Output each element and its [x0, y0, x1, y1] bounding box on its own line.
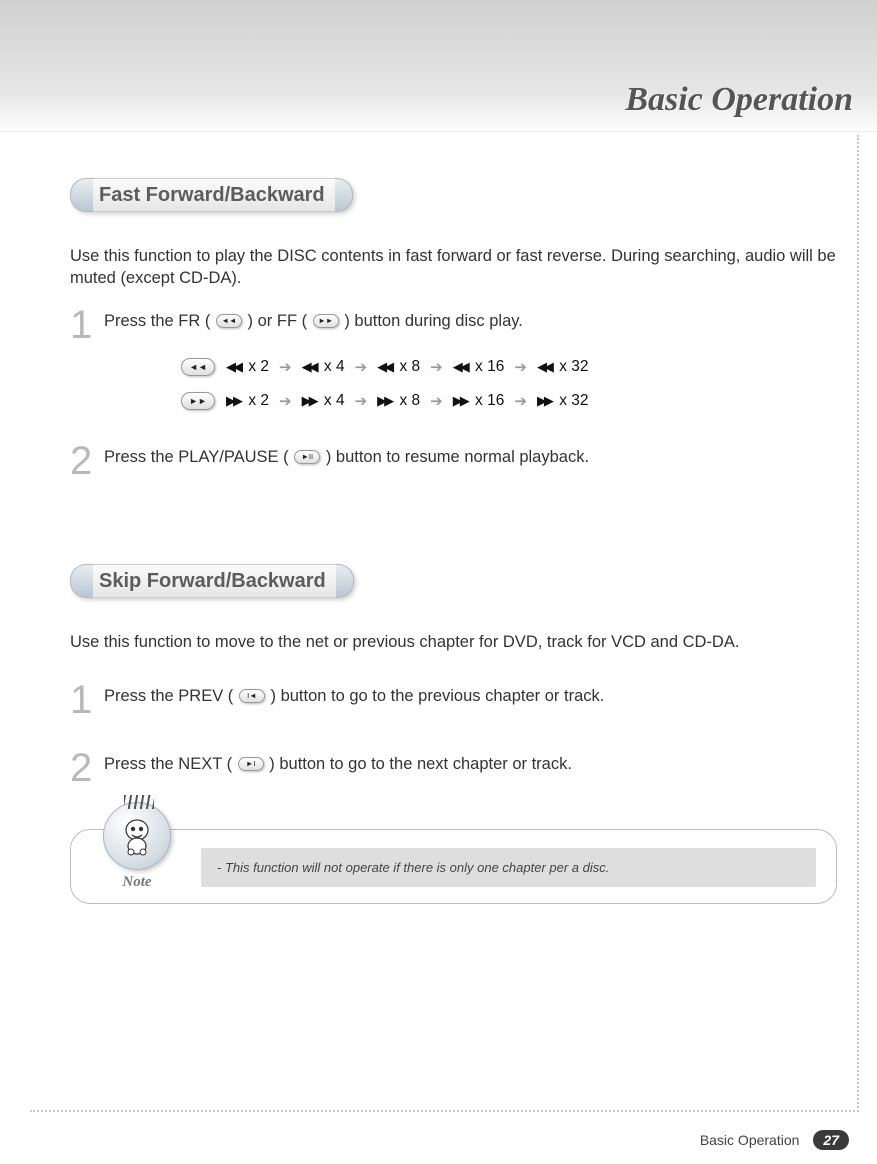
step-number: 2 [70, 444, 104, 478]
speed-value: x 2 [248, 392, 269, 410]
right-margin-rail [857, 135, 859, 1112]
page-number-badge: 27 [813, 1130, 849, 1150]
arrow-icon: ➔ [355, 392, 368, 410]
step-text-fragment: ) or FF ( [248, 312, 308, 330]
note-mascot-icon [103, 802, 171, 870]
step-text: Press the PREV ( I◄ ) button to go to th… [104, 683, 604, 708]
speed-step: ◀◀ x 8 [377, 358, 420, 376]
step-number: 1 [70, 308, 104, 342]
speed-step: ▶▶ x 8 [377, 392, 420, 410]
step-text-fragment: Press the FR ( [104, 312, 210, 330]
speed-value: x 16 [475, 358, 504, 376]
section-heading-skip: Skip Forward/Backward [70, 564, 354, 598]
forward-tri-icon: ▶▶ [537, 393, 551, 409]
speed-step: ▶▶ x 16 [453, 392, 505, 410]
play-pause-button-icon: ►II [294, 450, 320, 464]
note-text: - This function will not operate if ther… [201, 848, 816, 887]
note-icon-wrap: Note [103, 802, 171, 891]
footer-label: Basic Operation [700, 1132, 800, 1148]
arrow-icon: ➔ [279, 358, 292, 376]
step-text: Press the PLAY/PAUSE ( ►II ) button to r… [104, 444, 589, 469]
page-title: Basic Operation [625, 81, 853, 119]
step-row: 2 Press the PLAY/PAUSE ( ►II ) button to… [70, 444, 837, 478]
section-intro: Use this function to play the DISC conte… [70, 245, 837, 290]
speed-value: x 8 [399, 392, 420, 410]
step-text-fragment: ) button during disc play. [344, 312, 523, 330]
step-text-fragment: ) button to resume normal playback. [326, 448, 589, 466]
forward-button-icon: ►► [313, 314, 339, 328]
speed-value: x 2 [248, 358, 269, 376]
speed-value: x 32 [559, 392, 588, 410]
forward-speed-sequence: ►► ▶▶ x 2 ➔ ▶▶ x 4 ➔ ▶▶ x 8 ➔ ▶▶ x 16 ➔ … [180, 392, 837, 410]
section-heading-label: Fast Forward/Backward [93, 178, 335, 212]
content-area: Fast Forward/Backward Use this function … [0, 132, 877, 924]
bottom-margin-rule [30, 1110, 859, 1112]
step-row: 1 Press the PREV ( I◄ ) button to go to … [70, 683, 837, 717]
speed-value: x 32 [559, 358, 588, 376]
prev-button-icon: I◄ [239, 689, 265, 703]
rewind-button-icon: ◄◄ [181, 358, 215, 376]
step-text-fragment: ) button to go to the previous chapter o… [270, 687, 604, 705]
step-text-fragment: ) button to go to the next chapter or tr… [269, 755, 572, 773]
speed-step: ▶▶ x 32 [537, 392, 589, 410]
footer: Basic Operation 27 [700, 1130, 849, 1150]
step-text: Press the FR ( ◄◄ ) or FF ( ►► ) button … [104, 308, 523, 333]
step-number: 2 [70, 751, 104, 785]
note-box: Note - This function will not operate if… [70, 829, 837, 904]
rewind-tri-icon: ◀◀ [377, 359, 391, 375]
forward-tri-icon: ▶▶ [302, 393, 316, 409]
speed-step: ◀◀ x 2 [226, 358, 269, 376]
speed-step: ▶▶ x 4 [302, 392, 345, 410]
speed-step: ▶▶ x 2 [226, 392, 269, 410]
arrow-icon: ➔ [430, 358, 443, 376]
note-label: Note [103, 874, 171, 891]
arrow-icon: ➔ [514, 392, 527, 410]
forward-tri-icon: ▶▶ [226, 393, 240, 409]
step-text-fragment: Press the PLAY/PAUSE ( [104, 448, 289, 466]
next-button-icon: ►I [238, 757, 264, 771]
step-number: 1 [70, 683, 104, 717]
speed-step: ◀◀ x 4 [302, 358, 345, 376]
rewind-tri-icon: ◀◀ [453, 359, 467, 375]
arrow-icon: ➔ [355, 358, 368, 376]
forward-button-icon: ►► [181, 392, 215, 410]
step-text-fragment: Press the NEXT ( [104, 755, 232, 773]
speed-value: x 16 [475, 392, 504, 410]
forward-tri-icon: ▶▶ [377, 393, 391, 409]
step-row: 2 Press the NEXT ( ►I ) button to go to … [70, 751, 837, 785]
step-row: 1 Press the FR ( ◄◄ ) or FF ( ►► ) butto… [70, 308, 837, 342]
arrow-icon: ➔ [279, 392, 292, 410]
rewind-tri-icon: ◀◀ [226, 359, 240, 375]
arrow-icon: ➔ [514, 358, 527, 376]
section-heading-cap [335, 178, 353, 212]
rewind-tri-icon: ◀◀ [302, 359, 316, 375]
forward-tri-icon: ▶▶ [453, 393, 467, 409]
rewind-button-icon: ◄◄ [216, 314, 242, 328]
header-band: Basic Operation [0, 0, 877, 132]
rewind-tri-icon: ◀◀ [537, 359, 551, 375]
speed-value: x 4 [324, 358, 345, 376]
speed-value: x 4 [324, 392, 345, 410]
rewind-speed-sequence: ◄◄ ◀◀ x 2 ➔ ◀◀ x 4 ➔ ◀◀ x 8 ➔ ◀◀ x 16 ➔ … [180, 358, 837, 376]
arrow-icon: ➔ [430, 392, 443, 410]
section-heading-label: Skip Forward/Backward [93, 564, 336, 598]
speed-value: x 8 [399, 358, 420, 376]
section-heading-fast: Fast Forward/Backward [70, 178, 353, 212]
section-heading-cap [336, 564, 354, 598]
section-intro: Use this function to move to the net or … [70, 631, 837, 653]
step-text-fragment: Press the PREV ( [104, 687, 233, 705]
speed-step: ◀◀ x 32 [537, 358, 589, 376]
step-text: Press the NEXT ( ►I ) button to go to th… [104, 751, 572, 776]
speed-step: ◀◀ x 16 [453, 358, 505, 376]
